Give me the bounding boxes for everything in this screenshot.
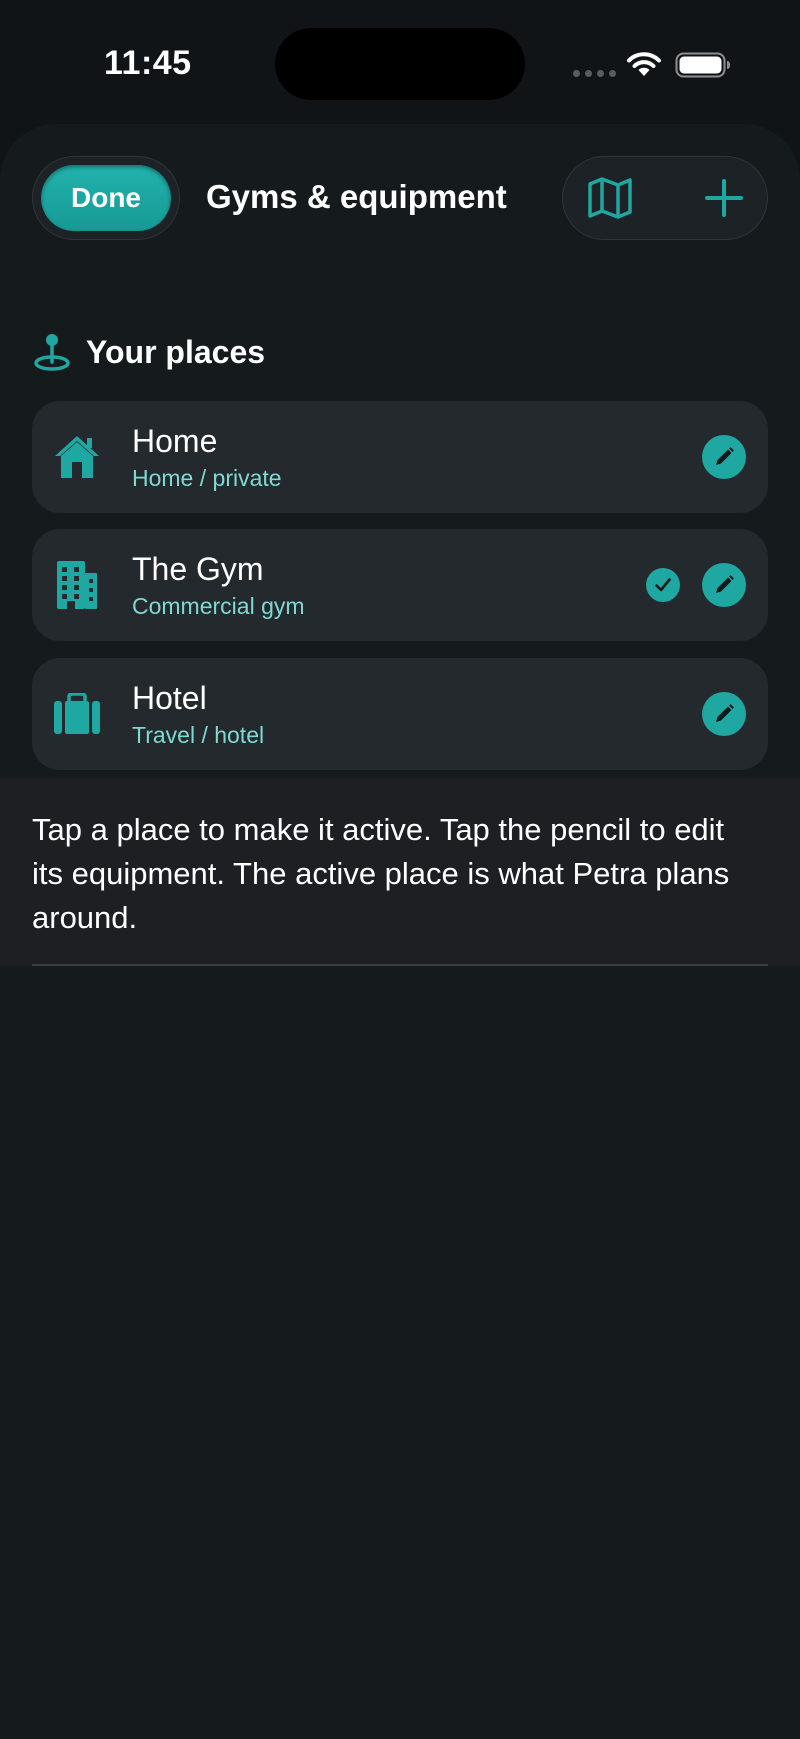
place-subtitle: Home / private [132,465,282,491]
place-subtitle: Travel / hotel [132,722,265,748]
done-button[interactable]: Done [41,165,171,231]
edit-button[interactable] [702,563,746,607]
edit-button[interactable] [702,692,746,736]
section-title: Your places [86,333,266,370]
screen: 11:45 Done Gyms & equipment Your places … [0,0,800,1739]
place-name: Home [132,423,218,459]
battery-icon [675,52,730,78]
map-pin-icon [34,334,70,371]
hint-footer: Tap a place to make it active. Tap the p… [0,778,800,966]
place-row-hotel[interactable]: Hotel Travel / hotel [32,658,768,770]
pencil-icon [716,704,734,722]
add-place-button[interactable] [701,175,747,221]
done-pill-container: Done [32,156,180,240]
action-pill-container [562,156,768,240]
map-button[interactable] [585,175,635,221]
divider [32,964,768,966]
place-name: The Gym [132,551,264,587]
place-row-the-gym[interactable]: The Gym Commercial gym [32,529,768,641]
place-name: Hotel [132,680,207,716]
cellular-signal-icon [573,70,616,77]
plus-icon [705,179,743,217]
status-time: 11:45 [104,44,192,82]
pencil-icon [716,575,734,593]
place-row-home[interactable]: Home Home / private [32,401,768,513]
dynamic-island [275,28,525,100]
house-icon [52,431,102,483]
suitcase-icon [52,688,102,740]
hint-text: Tap a place to make it active. Tap the p… [32,812,730,935]
pencil-icon [716,447,734,465]
place-subtitle: Commercial gym [132,593,305,619]
active-checkmark-icon [646,568,680,602]
wifi-icon [627,52,661,76]
map-icon [588,177,632,219]
status-bar: 11:45 [0,0,800,120]
building-icon [52,559,102,611]
edit-button[interactable] [702,435,746,479]
section-header: Your places [32,332,265,372]
page-title: Gyms & equipment [206,178,507,215]
